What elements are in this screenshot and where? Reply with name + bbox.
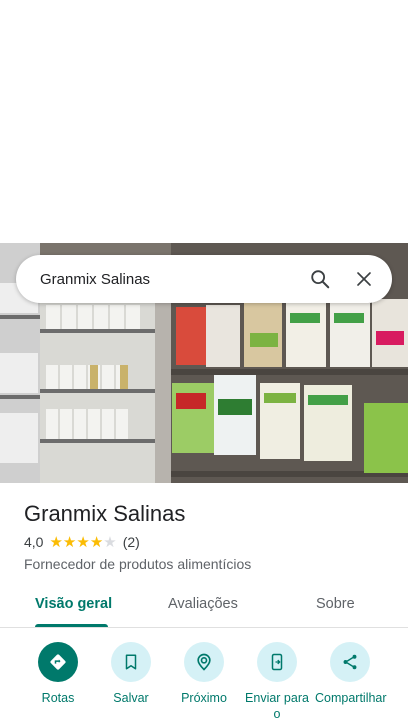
send-to-phone-label: Enviar para o bbox=[245, 691, 309, 721]
place-page: Granmix Salinas Granmix Salinas 4,0 ★ ★ ★ ★… bbox=[0, 0, 408, 726]
star-icon: ★ bbox=[49, 533, 63, 551]
directions-icon bbox=[38, 642, 78, 682]
close-icon[interactable] bbox=[342, 257, 386, 301]
nearby-button[interactable]: Próximo bbox=[164, 642, 244, 706]
save-label: Salvar bbox=[113, 691, 149, 705]
send-to-phone-icon bbox=[257, 642, 297, 682]
rating-row[interactable]: 4,0 ★ ★ ★ ★ ★ (2) bbox=[24, 534, 392, 550]
action-buttons: Rotas Salvar Próximo Enviar para o Compa… bbox=[0, 642, 408, 726]
place-title: Granmix Salinas bbox=[24, 501, 186, 526]
bookmark-icon bbox=[111, 642, 151, 682]
save-button[interactable]: Salvar bbox=[91, 642, 171, 706]
send-to-phone-button[interactable]: Enviar para o bbox=[237, 642, 317, 722]
share-icon bbox=[330, 642, 370, 682]
rating-stars: ★ ★ ★ ★ ★ bbox=[49, 535, 116, 550]
directions-button[interactable]: Rotas bbox=[18, 642, 98, 706]
share-label: Compartilhar bbox=[315, 691, 387, 705]
star-icon: ★ bbox=[103, 533, 117, 551]
search-bar[interactable]: Granmix Salinas bbox=[16, 255, 392, 303]
star-icon: ★ bbox=[89, 533, 104, 551]
share-button[interactable]: Compartilhar bbox=[310, 642, 390, 706]
directions-label: Rotas bbox=[41, 691, 75, 705]
nearby-label: Próximo bbox=[181, 691, 227, 705]
search-icon[interactable] bbox=[298, 257, 342, 301]
star-icon: ★ bbox=[76, 533, 90, 551]
place-info: Granmix Salinas 4,0 ★ ★ ★ ★ ★ (2) Fornecedor… bbox=[24, 500, 392, 572]
tab-bar: Visão geral Avaliações Sobre bbox=[0, 584, 408, 628]
search-input[interactable]: Granmix Salinas bbox=[40, 271, 298, 288]
tab-about[interactable]: Sobre bbox=[316, 596, 355, 612]
tab-reviews[interactable]: Avaliações bbox=[168, 596, 238, 612]
star-icon: ★ bbox=[62, 533, 77, 551]
review-count: (2) bbox=[122, 534, 140, 550]
nearby-icon bbox=[184, 642, 224, 682]
place-category: Fornecedor de produtos alimentícios bbox=[24, 556, 252, 572]
active-tab-indicator bbox=[35, 624, 108, 627]
rating-value: 4,0 bbox=[24, 534, 44, 550]
tab-overview[interactable]: Visão geral bbox=[35, 596, 112, 612]
